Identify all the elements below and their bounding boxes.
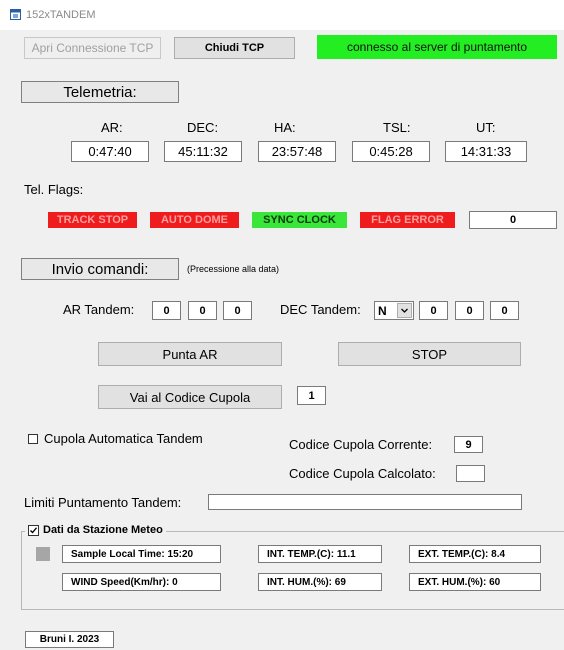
auto-dome-checkbox[interactable] [28,434,38,444]
pointing-limits-label: Limiti Puntamento Tandem: [24,495,182,510]
tel-flags-label: Tel. Flags: [24,182,84,197]
dec-sign-value: N [378,304,387,318]
ha-label: HA: [274,120,296,135]
dec-tandem-degrees-field[interactable]: 0 [419,301,448,320]
current-dome-code-label: Codice Cupola Corrente: [289,437,433,452]
dec-label: DEC: [187,120,219,135]
checkmark-icon [30,526,37,533]
flag-error: FLAG ERROR [360,212,455,228]
window-title: 152xTANDEM [26,9,96,21]
commands-section-label: Invio comandi: [21,258,179,280]
app-icon [10,9,21,20]
ar-tandem-label: AR Tandem: [63,302,135,317]
meteo-status-indicator [36,547,50,561]
punta-ar-button[interactable]: Punta AR [98,342,282,366]
meteo-group-header: Dati da Stazione Meteo [25,524,166,536]
ar-tandem-hours-field[interactable]: 0 [152,301,181,320]
dec-sign-select[interactable]: N [374,301,414,320]
meteo-checkbox[interactable] [28,524,39,536]
chevron-down-icon[interactable] [397,303,412,318]
ar-value-field[interactable]: 0:47:40 [71,141,149,162]
dec-tandem-label: DEC Tandem: [280,302,361,317]
goto-dome-code-button[interactable]: Vai al Codice Cupola [98,385,282,409]
credit-label: Bruni I. 2023 [25,631,114,648]
int-temp-field: INT. TEMP.(C): 11.1 [258,545,382,563]
connection-status: connesso al server di puntamento [317,35,557,59]
pointing-limits-field[interactable] [208,494,522,510]
title-bar: 152xTANDEM [0,0,564,30]
ext-hum-field: EXT. HUM.(%): 60 [409,573,541,591]
ar-tandem-seconds-field[interactable]: 0 [223,301,252,320]
tsl-label: TSL: [383,120,411,135]
flag-auto-dome: AUTO DOME [150,212,239,228]
telemetry-section-label: Telemetria: [21,81,179,103]
flag-value-field[interactable]: 0 [469,211,557,229]
auto-dome-label: Cupola Automatica Tandem [44,431,203,446]
meteo-group-label: Dati da Stazione Meteo [43,524,163,536]
close-tcp-button[interactable]: Chiudi TCP [174,37,295,59]
computed-dome-code-label: Codice Cupola Calcolato: [289,466,436,481]
stop-button[interactable]: STOP [338,342,521,366]
ext-temp-field: EXT. TEMP.(C): 8.4 [409,545,541,563]
wind-speed-field: WIND Speed(Km/hr): 0 [62,573,221,591]
int-hum-field: INT. HUM.(%): 69 [258,573,382,591]
dec-tandem-seconds-field[interactable]: 0 [490,301,519,320]
ha-value-field[interactable]: 23:57:48 [258,141,336,162]
flag-track-stop: TRACK STOP [48,212,137,228]
ar-label: AR: [101,120,123,135]
computed-dome-code-field[interactable] [456,465,485,482]
meteo-group [21,531,564,610]
flag-sync-clock: SYNC CLOCK [252,212,347,228]
ut-value-field[interactable]: 14:31:33 [445,141,527,162]
dome-code-field[interactable]: 1 [297,386,326,405]
dec-tandem-minutes-field[interactable]: 0 [455,301,484,320]
sample-time-field: Sample Local Time: 15:20 [62,545,221,563]
ar-tandem-minutes-field[interactable]: 0 [188,301,217,320]
current-dome-code-field[interactable]: 9 [454,436,483,453]
app-window: 152xTANDEM Apri Connessione TCP Chiudi T… [0,0,564,650]
dec-value-field[interactable]: 45:11:32 [164,141,242,162]
precession-note: (Precessione alla data) [187,264,280,274]
tsl-value-field[interactable]: 0:45:28 [352,141,430,162]
open-tcp-button[interactable]: Apri Connessione TCP [24,37,161,59]
ut-label: UT: [476,120,496,135]
